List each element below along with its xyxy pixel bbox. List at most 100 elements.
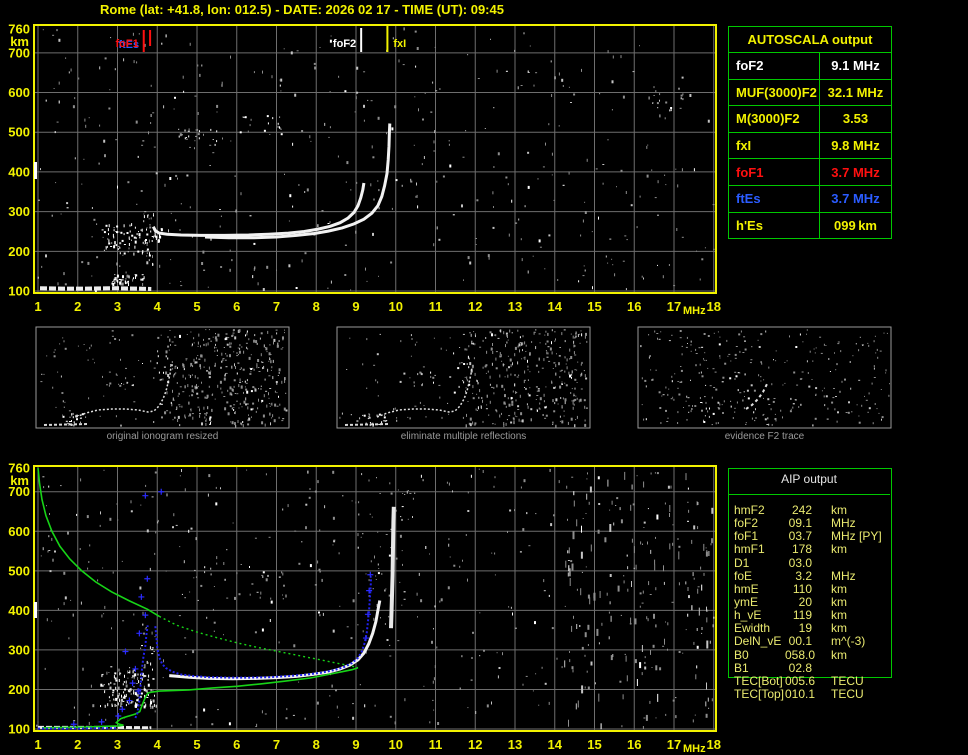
svg-text:13: 13 <box>508 737 522 752</box>
mini-panel-1 <box>35 326 290 429</box>
aip-row-unit: TECU <box>831 673 864 688</box>
aip-row: foE 3.2 MHz <box>734 568 892 583</box>
svg-text:16: 16 <box>627 737 641 752</box>
aip-row-value: 110 <box>792 581 812 596</box>
aip-row-extra <box>859 662 891 675</box>
aip-row-value: 058.0 <box>785 647 816 662</box>
autoscala-row-label: foF2 <box>729 53 820 79</box>
aip-row-unit: km <box>831 647 847 662</box>
aip-row-label: B0 <box>734 647 749 662</box>
autoscala-row-value: 099 km <box>834 217 877 233</box>
autoscala-row: ftEs 3.7 MHz <box>729 185 891 213</box>
svg-text:1: 1 <box>34 299 41 314</box>
svg-text:200: 200 <box>8 682 30 697</box>
aip-table-divider <box>728 494 890 495</box>
aip-row-unit: MHz <box>831 568 856 583</box>
aip-row: TEC[Bot] 005.6 TECU <box>734 673 892 688</box>
mini-panel-border <box>35 326 290 429</box>
svg-text:15: 15 <box>587 299 601 314</box>
svg-text:10: 10 <box>389 737 403 752</box>
svg-text:3: 3 <box>114 737 121 752</box>
svg-text:15: 15 <box>587 737 601 752</box>
autoscala-row: fxI 9.8 MHz <box>729 132 891 160</box>
autoscala-row-value: 3.53 <box>842 111 869 127</box>
top-ionogram: 760700600500400300200100km1 2 3 4 5 6 7 8 9 10 11 1… <box>8 22 721 318</box>
svg-text:5: 5 <box>193 299 200 314</box>
aip-row-value: 3.2 <box>795 568 812 583</box>
autoscala-table-title: AUTOSCALA output <box>729 27 891 53</box>
bottom-ionogram-cross-markers <box>70 488 374 728</box>
autoscala-rows: foF2 9.1 MHz MUF(3000)F2 32.1 MHz M(3000)F2 3… <box>729 53 891 239</box>
autoscala-row-value: 3.7 MHz <box>831 164 880 180</box>
aip-row: hmE 110 km <box>734 581 892 596</box>
autoscala-table: AUTOSCALA output foF2 9.1 MHz MUF(3000)F2 3… <box>728 26 892 240</box>
mini-panel-border <box>336 326 591 429</box>
svg-text:3: 3 <box>114 299 121 314</box>
aip-row-value: 02.8 <box>788 660 812 675</box>
aip-row-unit <box>812 662 859 675</box>
aip-row-extra <box>859 688 891 701</box>
autoscala-row: foF2 9.1 MHz <box>729 53 891 80</box>
mini-panel-noise <box>339 329 588 428</box>
svg-text:11: 11 <box>429 299 443 314</box>
svg-text:17: 17 <box>667 737 681 752</box>
mini-panel-3 <box>637 326 892 429</box>
svg-text:4: 4 <box>154 299 162 314</box>
autoscala-row-value: 9.8 MHz <box>831 138 880 154</box>
autoscala-row-label: M(3000)F2 <box>729 106 820 132</box>
top-ionogram-grid <box>34 25 716 293</box>
autoscala-row-value: 32.1 MHz <box>827 84 884 100</box>
svg-text:16: 16 <box>627 299 641 314</box>
top-ionogram-frame <box>33 24 717 294</box>
aip-row-unit: TECU <box>831 686 864 701</box>
aip-row-value: 00.1 <box>788 634 812 649</box>
aip-row-label: TEC[Top] <box>734 686 785 701</box>
svg-text:2: 2 <box>74 737 81 752</box>
marker-label-foF1: foF1 <box>116 38 139 50</box>
aip-row-value: 178 <box>791 542 812 557</box>
svg-text:4: 4 <box>154 737 162 752</box>
svg-text:10: 10 <box>389 299 403 314</box>
svg-text:500: 500 <box>8 563 30 578</box>
top-ionogram-traces <box>39 123 392 291</box>
mini-panel-2 <box>336 326 591 429</box>
aip-row-extra <box>859 675 891 688</box>
aip-row-label: hmE <box>734 581 759 596</box>
svg-text:500: 500 <box>8 125 30 140</box>
aip-row-label: B1 <box>734 660 749 675</box>
aip-row-extra <box>859 504 891 517</box>
aip-row-value: 005.6 <box>785 673 816 688</box>
autoscala-row-label: fxI <box>729 132 820 159</box>
autoscala-row-value: 3.7 MHz <box>831 191 880 207</box>
top-ionogram-axis-labels: 760700600500400300200100km1 2 3 4 5 6 7 8 9 10 11 1… <box>8 22 721 318</box>
svg-text:8: 8 <box>313 299 320 314</box>
svg-text:300: 300 <box>8 204 30 219</box>
aip-row: B1 02.8 <box>734 660 892 675</box>
svg-text:14: 14 <box>548 737 563 752</box>
svg-text:6: 6 <box>233 737 240 752</box>
mini-panel-noise <box>640 329 890 427</box>
mini-panel-border <box>637 326 892 429</box>
autoscala-row-value: 9.1 MHz <box>831 58 880 74</box>
svg-text:600: 600 <box>8 524 30 539</box>
aip-row-label: hmF1 <box>734 542 765 557</box>
aip-table-title: AIP output <box>781 472 837 486</box>
svg-text:MHz: MHz <box>683 743 706 755</box>
autoscala-row-label: ftEs <box>729 185 820 212</box>
svg-text:18: 18 <box>707 299 721 314</box>
aip-row-unit: km <box>831 542 847 557</box>
aip-row-extra <box>859 583 891 596</box>
autoscala-row: foF1 3.7 MHz <box>729 159 891 186</box>
aip-row-extra <box>859 649 891 662</box>
svg-text:km: km <box>10 34 29 49</box>
svg-text:11: 11 <box>429 737 443 752</box>
svg-text:100: 100 <box>8 284 30 299</box>
aip-row-extra <box>859 609 891 622</box>
svg-text:400: 400 <box>8 164 30 179</box>
aip-row-extra <box>859 570 891 583</box>
aip-row-label: D1 <box>734 555 750 570</box>
svg-text:1: 1 <box>34 737 41 752</box>
autoscala-row-label: h'Es <box>729 212 820 239</box>
aip-row-extra: [PY] <box>859 529 882 544</box>
svg-text:12: 12 <box>468 737 482 752</box>
